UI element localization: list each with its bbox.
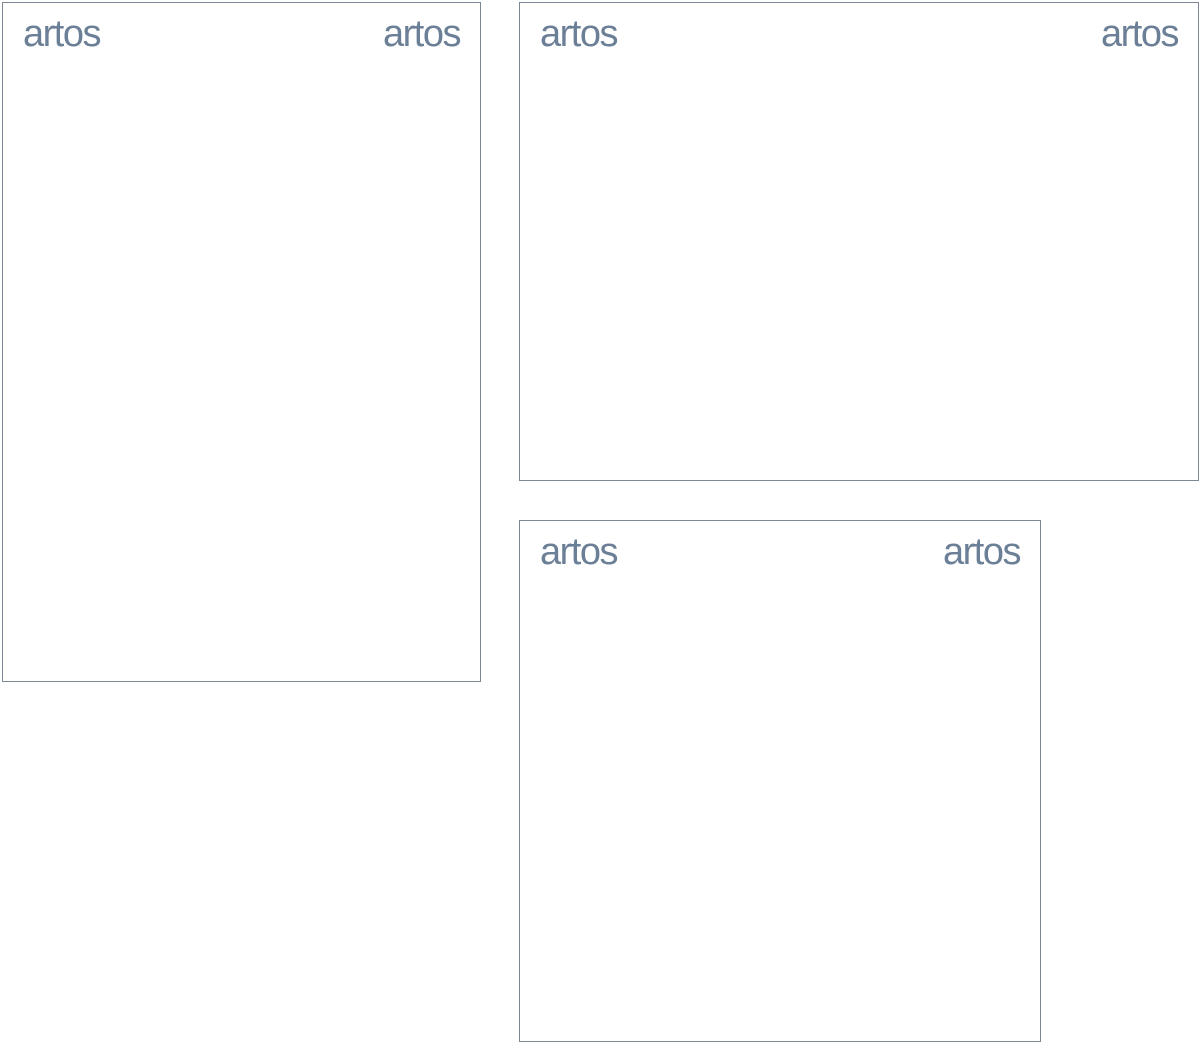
- artos-logo-right: artos: [943, 531, 1021, 573]
- artos-logo-left: artos: [540, 531, 618, 573]
- portrait-frame: artos artos: [2, 2, 481, 682]
- artos-logo-left: artos: [540, 13, 618, 55]
- artos-logo-right: artos: [383, 13, 461, 55]
- artos-logo-right: artos: [1101, 13, 1179, 55]
- artos-logo-left: artos: [23, 13, 101, 55]
- square-frame: artos artos: [519, 520, 1041, 1042]
- landscape-frame: artos artos: [519, 2, 1199, 481]
